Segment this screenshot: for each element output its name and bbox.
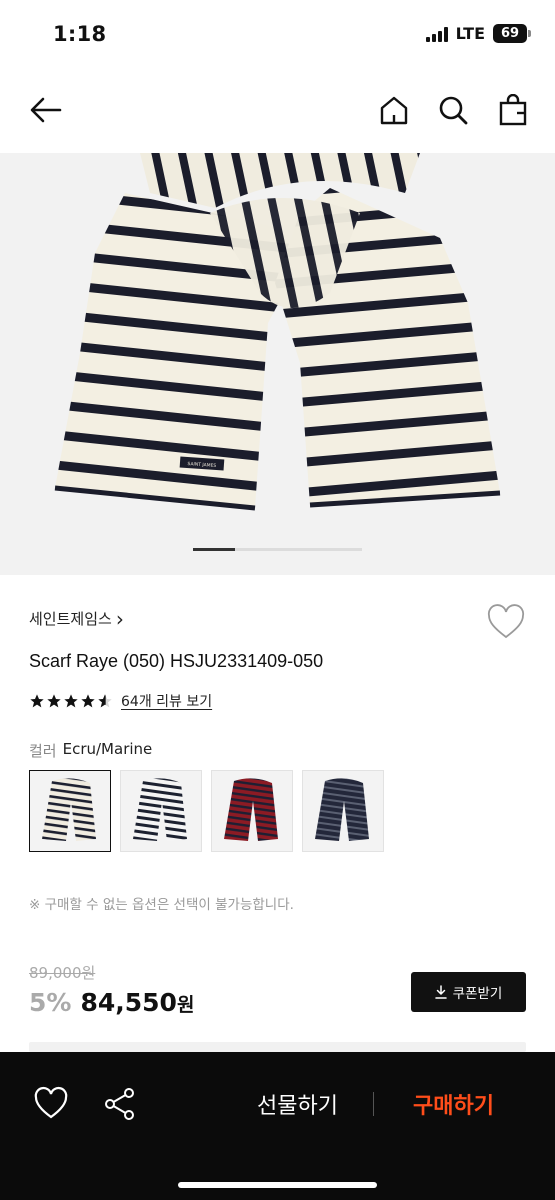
download-icon — [434, 985, 447, 999]
star-rating — [29, 693, 113, 709]
review-link[interactable]: 64개 리뷰 보기 — [121, 691, 212, 711]
color-swatch-navy-white[interactable] — [120, 770, 202, 852]
home-icon — [380, 96, 408, 125]
rating-row: 64개 리뷰 보기 — [29, 691, 212, 711]
network-type: LTE — [455, 24, 485, 43]
discount-rate: 5% — [29, 988, 72, 1017]
color-value: Ecru/Marine — [62, 740, 153, 758]
wishlist-button[interactable] — [486, 603, 526, 643]
buy-button[interactable]: 구매하기 — [396, 1082, 511, 1126]
star-icon — [81, 694, 95, 708]
star-half-icon — [98, 694, 112, 708]
star-icon — [64, 694, 78, 708]
bottom-bar-divider — [373, 1092, 374, 1116]
heart-outline-icon — [487, 604, 525, 639]
price-row: 5% 84,550원 — [29, 988, 194, 1017]
share-icon — [105, 1088, 134, 1120]
swatch-image — [30, 771, 110, 851]
swatch-image — [303, 771, 383, 851]
brand-name: 세인트제임스 — [29, 610, 112, 628]
sale-price: 84,550원 — [80, 988, 194, 1017]
share-button[interactable] — [102, 1086, 138, 1122]
search-icon — [439, 96, 468, 125]
price-unit: 원 — [176, 994, 195, 1016]
section-divider — [29, 1042, 526, 1052]
carousel-indicator-active — [193, 548, 235, 551]
product-title: Scarf Raye (050) HSJU2331409-050 — [29, 651, 324, 671]
color-swatch-ecru-marine[interactable] — [29, 770, 111, 852]
battery-level: 69 — [500, 26, 520, 41]
bottom-wishlist-button[interactable] — [33, 1086, 69, 1122]
gift-button[interactable]: 선물하기 — [240, 1082, 355, 1126]
color-swatches — [29, 770, 384, 852]
shopping-bag-icon — [499, 94, 527, 126]
sale-price-value: 84,550 — [80, 988, 177, 1017]
home-button[interactable] — [374, 90, 414, 130]
chevron-right-icon: › — [115, 606, 124, 631]
color-swatch-navy-gray[interactable] — [302, 770, 384, 852]
star-icon — [30, 694, 44, 708]
product-image: SAINT JAMES — [54, 153, 501, 511]
heart-outline-icon — [34, 1086, 68, 1119]
cart-button[interactable] — [493, 90, 533, 130]
home-indicator — [178, 1182, 377, 1188]
swatch-image — [121, 771, 201, 851]
color-swatch-red-navy[interactable] — [211, 770, 293, 852]
brand-link[interactable]: 세인트제임스 › — [29, 608, 124, 629]
search-button[interactable] — [433, 90, 473, 130]
back-button[interactable] — [26, 90, 66, 130]
back-arrow-icon — [30, 97, 62, 123]
carousel-indicator — [193, 548, 362, 551]
star-icon — [47, 694, 61, 708]
original-price: 89,000원 — [29, 964, 96, 982]
option-notice: ※ 구매할 수 없는 옵션은 선택이 불가능합니다. — [29, 897, 294, 913]
battery-icon: 69 — [493, 24, 531, 43]
coupon-label: 쿠폰받기 — [452, 986, 503, 1002]
status-time: 1:18 — [53, 22, 107, 46]
status-bar: 1:18 LTE 69 — [0, 0, 555, 72]
color-label: 컬러 — [29, 742, 57, 760]
swatch-image — [212, 771, 292, 851]
coupon-button[interactable]: 쿠폰받기 — [411, 972, 526, 1012]
status-indicators: LTE 69 — [425, 24, 531, 43]
top-nav-bar — [0, 78, 555, 142]
bottom-action-bar: 선물하기 구매하기 — [0, 1052, 555, 1200]
color-option-label: 컬러 Ecru/Marine — [29, 740, 152, 761]
signal-icon — [425, 26, 448, 42]
product-image-carousel[interactable]: SAINT JAMES — [0, 153, 555, 575]
